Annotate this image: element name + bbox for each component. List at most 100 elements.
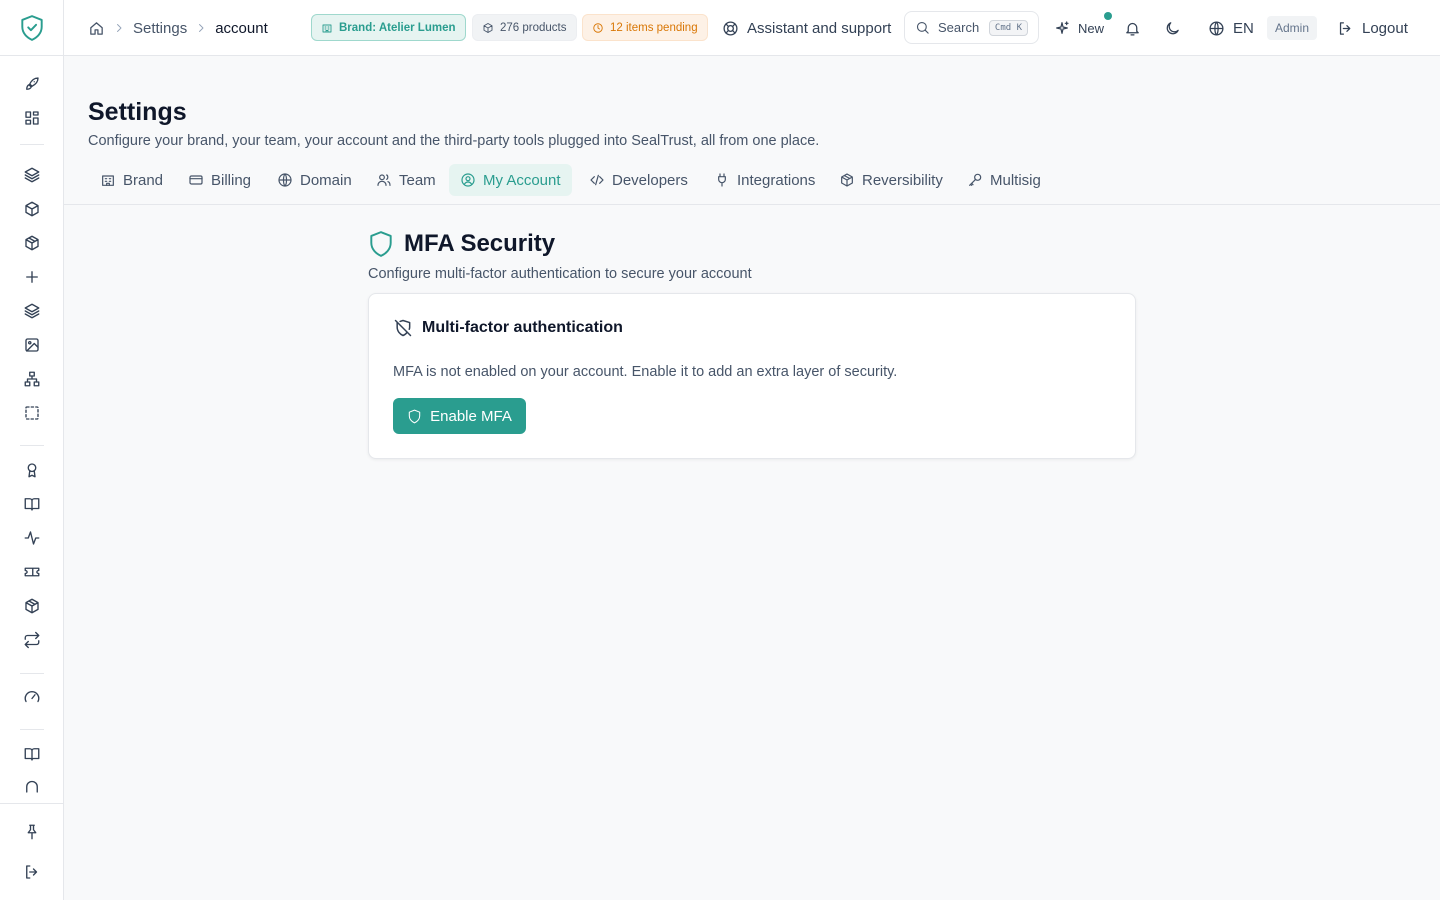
sidebar-item-performance[interactable]: [18, 683, 46, 711]
sidebar-item-collections[interactable]: [18, 297, 46, 325]
products-count-badge[interactable]: 276 products: [472, 14, 577, 41]
sidebar-item-packages[interactable]: [18, 229, 46, 257]
mfa-card-header: Multi-factor authentication: [393, 318, 623, 338]
search-icon: [916, 21, 929, 34]
sidebar-item-guide[interactable]: [18, 740, 46, 768]
tab-team[interactable]: Team: [365, 164, 447, 196]
shield-check-icon: [21, 14, 43, 41]
tab-brand[interactable]: Brand: [89, 164, 174, 196]
key-icon: [969, 173, 982, 186]
shield-icon: [370, 231, 392, 257]
sidebar-item-dashboard[interactable]: [18, 104, 46, 132]
tab-label: Domain: [300, 171, 352, 189]
theme-toggle-button[interactable]: [1164, 0, 1181, 56]
network-icon: [24, 371, 40, 387]
globe-icon: [278, 173, 292, 187]
rocket-icon: [26, 77, 39, 90]
sidebar-item-inventory[interactable]: [18, 592, 46, 620]
tab-domain[interactable]: Domain: [266, 164, 363, 196]
breadcrumb-settings[interactable]: Settings: [133, 20, 187, 37]
image-icon: [25, 338, 39, 352]
brand-badge[interactable]: Brand: Atelier Lumen: [311, 14, 466, 41]
search-input[interactable]: Search Cmd K: [904, 11, 1039, 44]
sidebar-item-tickets[interactable]: [18, 558, 46, 586]
pending-items-badge[interactable]: 12 items pending: [582, 14, 708, 41]
tab-billing[interactable]: Billing: [177, 164, 262, 196]
sidebar-item-transfers[interactable]: [18, 626, 46, 654]
sidebar-item-layers[interactable]: [18, 161, 46, 189]
assistant-support-link[interactable]: Assistant and support: [722, 0, 891, 56]
sidebar: [0, 0, 64, 900]
sidebar-divider: [20, 445, 44, 446]
sidebar-item-add[interactable]: [18, 263, 46, 291]
app-logo[interactable]: [0, 0, 64, 56]
enable-mfa-button[interactable]: Enable MFA: [393, 398, 526, 434]
credit-card-icon: [189, 175, 203, 185]
plug-icon: [718, 173, 726, 187]
mfa-card: Multi-factor authentication MFA is not e…: [368, 293, 1136, 459]
sidebar-divider: [20, 729, 44, 730]
notifications-button[interactable]: [1124, 0, 1141, 56]
enable-mfa-label: Enable MFA: [430, 407, 512, 425]
sidebar-item-selection[interactable]: [18, 399, 46, 427]
top-header: Settings account Brand: Atelier Lumen 27…: [64, 0, 1440, 56]
sparkles-icon: [1056, 21, 1069, 34]
user-circle-icon: [461, 173, 475, 187]
dashboard-grid-icon: [25, 111, 39, 125]
package-icon: [841, 173, 853, 187]
box-open-icon: [25, 235, 39, 251]
sign-out-icon: [26, 865, 38, 879]
sidebar-item-activity[interactable]: [18, 524, 46, 552]
sidebar-item-docs[interactable]: [18, 490, 46, 518]
tab-label: Multisig: [990, 171, 1041, 189]
package-icon: [25, 598, 39, 614]
logout-button[interactable]: Logout: [1337, 0, 1408, 56]
building-icon: [102, 175, 114, 186]
tab-label: Brand: [123, 171, 164, 189]
breadcrumb-current: account: [215, 19, 268, 37]
sidebar-divider: [0, 803, 64, 804]
pin-icon: [27, 824, 37, 840]
sidebar-item-certificates[interactable]: [18, 456, 46, 484]
shield-off-icon: [394, 319, 412, 337]
logout-icon: [1339, 21, 1351, 35]
tab-integrations[interactable]: Integrations: [703, 164, 826, 196]
repeat-icon: [24, 631, 40, 649]
bell-icon: [1126, 22, 1139, 36]
chevron-right-icon: [113, 22, 125, 34]
sidebar-item-pin[interactable]: [18, 818, 46, 846]
section-description: Configure multi-factor authentication to…: [368, 266, 752, 282]
search-label: Search: [938, 20, 980, 35]
search-shortcut: Cmd K: [988, 19, 1028, 36]
tab-multisig[interactable]: Multisig: [956, 164, 1052, 196]
sidebar-item-network[interactable]: [18, 365, 46, 393]
products-count-label: 276 products: [500, 21, 567, 34]
breadcrumb: Settings account: [88, 0, 268, 56]
section-header: MFA Security: [368, 230, 555, 258]
sidebar-item-launch[interactable]: [18, 70, 46, 98]
brand-badge-label: Brand: Atelier Lumen: [339, 21, 456, 34]
clock-icon: [593, 22, 603, 33]
book-open-icon: [24, 498, 40, 511]
box-icon: [483, 22, 493, 33]
code-icon: [590, 174, 604, 186]
language-selector[interactable]: EN: [1208, 0, 1254, 56]
sidebar-item-signout[interactable]: [18, 858, 46, 886]
sidebar-item-media[interactable]: [18, 331, 46, 359]
tab-reversibility[interactable]: Reversibility: [828, 164, 954, 196]
new-button[interactable]: New: [1054, 0, 1104, 56]
role-badge: Admin: [1267, 16, 1318, 40]
page-title: Settings: [88, 98, 187, 126]
chevron-right-icon: [195, 22, 207, 34]
award-icon: [27, 463, 37, 478]
gauge-icon: [24, 691, 40, 703]
home-icon[interactable]: [88, 20, 105, 37]
sidebar-item-products[interactable]: [18, 195, 46, 223]
tab-my-account[interactable]: My Account: [449, 164, 572, 196]
headset-icon: [26, 780, 38, 793]
tabs-divider: [64, 204, 1440, 205]
sidebar-item-support[interactable]: [18, 772, 46, 800]
tab-label: Team: [399, 171, 436, 189]
layers-stack-icon: [24, 303, 40, 319]
tab-developers[interactable]: Developers: [578, 164, 699, 196]
